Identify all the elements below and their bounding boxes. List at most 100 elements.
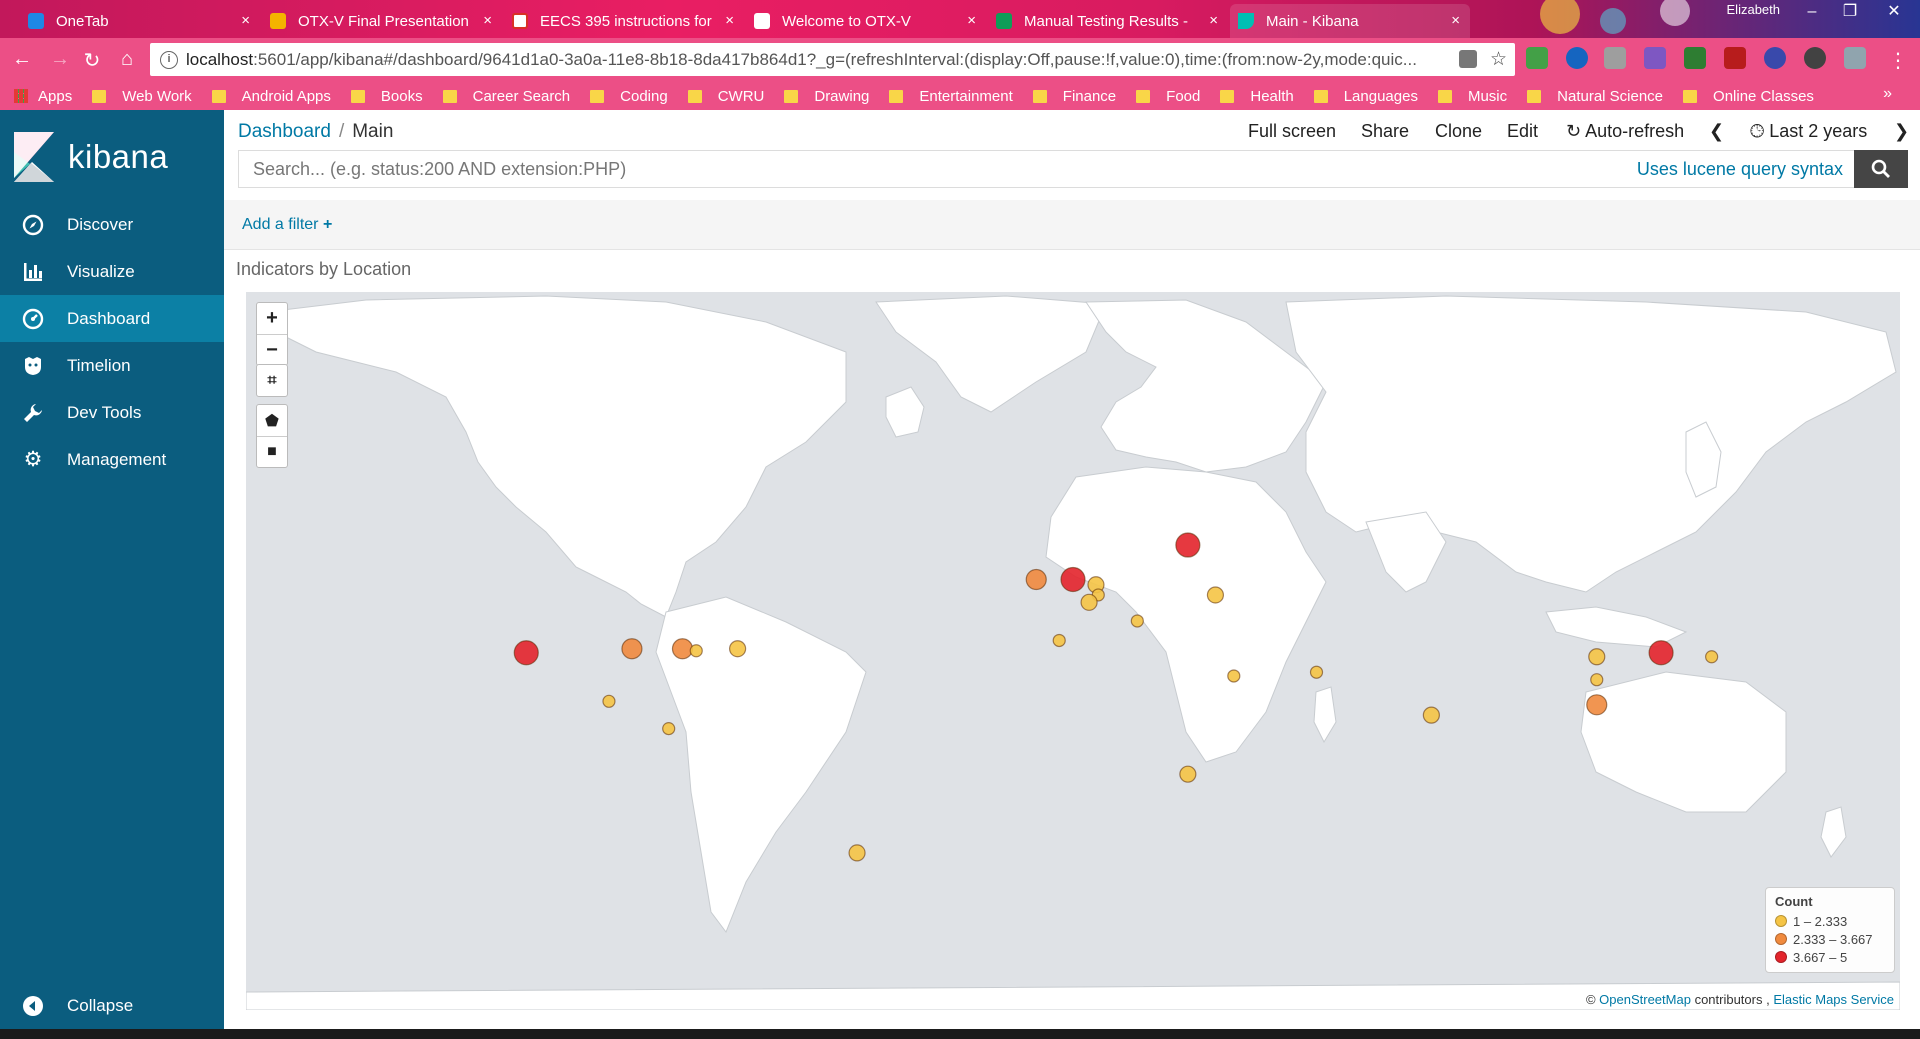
map-marker[interactable] — [729, 640, 747, 658]
bookmarks-overflow-icon[interactable]: » — [1883, 85, 1892, 103]
auto-refresh-button[interactable]: ↻ Auto-refresh — [1566, 121, 1684, 142]
close-window-icon[interactable]: ✕ — [1876, 0, 1912, 24]
tab-onetab[interactable]: OneTab × — [20, 4, 260, 38]
openstreetmap-link[interactable]: OpenStreetMap — [1599, 992, 1691, 1007]
bookmark-folder[interactable]: Online Classes — [1683, 88, 1814, 105]
clone-button[interactable]: Clone — [1435, 121, 1482, 142]
translate-icon[interactable] — [1459, 50, 1477, 68]
lucene-syntax-link[interactable]: Uses lucene query syntax — [1637, 159, 1843, 180]
map-marker[interactable] — [1309, 665, 1324, 679]
back-icon[interactable]: ← — [10, 48, 34, 71]
restore-icon[interactable]: ❐ — [1832, 0, 1868, 24]
extension-honey-icon[interactable] — [1804, 47, 1826, 69]
close-icon[interactable]: × — [1451, 12, 1460, 29]
map-marker[interactable] — [1179, 765, 1197, 783]
map-marker[interactable] — [1648, 640, 1674, 666]
extension-pocket-icon[interactable] — [1604, 47, 1626, 69]
bookmark-folder[interactable]: Drawing — [784, 88, 869, 105]
extension-pushbullet-icon[interactable] — [1684, 47, 1706, 69]
tab-eecs-instructions[interactable]: EECS 395 instructions for × — [504, 4, 744, 38]
map-marker[interactable] — [1590, 673, 1604, 687]
nav-discover[interactable]: Discover — [0, 201, 224, 248]
tab-main-kibana[interactable]: Main - Kibana × — [1230, 4, 1470, 38]
home-icon[interactable]: ⌂ — [115, 48, 139, 71]
extension-shield-icon[interactable] — [1566, 47, 1588, 69]
tab-otxv-presentation[interactable]: OTX-V Final Presentation × — [262, 4, 502, 38]
coordinate-map[interactable]: + − ⌗ ⬟ ■ Count 1 – 2.333 2.333 – 3.667 … — [246, 292, 1900, 1010]
bookmark-folder[interactable]: CWRU — [687, 88, 764, 105]
map-marker[interactable] — [1025, 568, 1047, 591]
map-marker[interactable] — [1175, 532, 1201, 558]
chrome-menu-icon[interactable]: ⋮ — [1886, 48, 1910, 73]
map-marker[interactable] — [671, 638, 694, 660]
bookmark-folder[interactable]: Coding — [590, 88, 668, 105]
map-marker[interactable] — [1588, 648, 1606, 666]
map-marker[interactable] — [1586, 694, 1608, 716]
close-icon[interactable]: × — [725, 12, 734, 29]
bookmark-folder[interactable]: Food — [1136, 88, 1200, 105]
map-marker[interactable] — [1060, 566, 1086, 593]
search-button[interactable] — [1854, 150, 1908, 188]
bookmark-folder[interactable]: Books — [350, 88, 423, 105]
zoom-in-button[interactable]: + — [257, 303, 287, 334]
extension-globe-icon[interactable] — [1764, 47, 1786, 69]
map-marker[interactable] — [1705, 650, 1719, 664]
minimize-icon[interactable]: – — [1794, 0, 1830, 24]
add-filter-button[interactable]: Add a filter + — [242, 216, 332, 234]
elastic-maps-link[interactable]: Elastic Maps Service — [1773, 992, 1894, 1007]
tab-welcome-otxv[interactable]: Welcome to OTX-V × — [746, 4, 986, 38]
nav-collapse[interactable]: Collapse — [0, 982, 224, 1029]
bookmark-folder[interactable]: Entertainment — [889, 88, 1013, 105]
nav-visualize[interactable]: Visualize — [0, 248, 224, 295]
bookmark-apps[interactable]: Apps — [0, 88, 72, 105]
map-marker[interactable] — [621, 638, 643, 660]
time-picker-button[interactable]: 🕒︎ Last 2 years — [1750, 121, 1867, 142]
map-marker[interactable] — [1206, 586, 1225, 604]
profile-name[interactable]: Elizabeth — [1727, 2, 1780, 17]
map-marker[interactable] — [662, 722, 676, 736]
map-marker[interactable] — [1130, 614, 1144, 628]
nav-dashboard[interactable]: Dashboard — [0, 295, 224, 342]
extension-p-icon[interactable] — [1644, 47, 1666, 69]
bookmark-folder[interactable]: Android Apps — [211, 88, 331, 105]
breadcrumb-dashboard[interactable]: Dashboard — [238, 121, 331, 142]
map-marker[interactable] — [513, 640, 539, 666]
map-marker[interactable] — [848, 844, 866, 862]
zoom-out-button[interactable]: − — [257, 334, 287, 365]
url-bar[interactable]: i localhost:5601/app/kibana#/dashboard/9… — [150, 43, 1515, 76]
share-button[interactable]: Share — [1361, 121, 1409, 142]
kibana-brand[interactable]: kibana — [14, 132, 168, 182]
bookmark-folder[interactable]: Career Search — [442, 88, 570, 105]
bookmark-folder[interactable]: Languages — [1313, 88, 1418, 105]
map-marker[interactable] — [1080, 593, 1098, 611]
reload-icon[interactable]: ↻ — [80, 48, 104, 73]
extension-evernote-icon[interactable] — [1526, 47, 1548, 69]
nav-management[interactable]: ⚙ Management — [0, 436, 224, 483]
close-icon[interactable]: × — [1209, 12, 1218, 29]
extension-misc-icon[interactable] — [1844, 47, 1866, 69]
close-icon[interactable]: × — [483, 12, 492, 29]
draw-rectangle-icon[interactable]: ■ — [257, 436, 287, 467]
close-icon[interactable]: × — [241, 12, 250, 29]
url-text[interactable]: localhost:5601/app/kibana#/dashboard/964… — [186, 50, 1466, 70]
bookmark-folder[interactable]: Music — [1437, 88, 1507, 105]
bookmark-folder[interactable]: Health — [1220, 88, 1294, 105]
bookmark-folder[interactable]: Web Work — [92, 88, 192, 105]
edit-button[interactable]: Edit — [1507, 121, 1538, 142]
close-icon[interactable]: × — [967, 12, 976, 29]
bookmark-folder[interactable]: Natural Science — [1527, 88, 1663, 105]
map-marker[interactable] — [1052, 633, 1066, 648]
forward-icon[interactable]: → — [48, 48, 72, 71]
map-marker[interactable] — [1227, 669, 1241, 683]
draw-polygon-icon[interactable]: ⬟ — [257, 405, 287, 436]
full-screen-button[interactable]: Full screen — [1248, 121, 1336, 142]
nav-timelion[interactable]: Timelion — [0, 342, 224, 389]
map-marker[interactable] — [1422, 706, 1440, 724]
tab-testing-results[interactable]: Manual Testing Results - × — [988, 4, 1228, 38]
bookmark-star-icon[interactable]: ☆ — [1490, 48, 1507, 71]
bookmark-folder[interactable]: Finance — [1032, 88, 1116, 105]
map-marker[interactable] — [602, 694, 616, 708]
search-input[interactable] — [239, 151, 1629, 187]
map-marker[interactable] — [689, 644, 703, 658]
extension-ublock-icon[interactable] — [1724, 47, 1746, 69]
